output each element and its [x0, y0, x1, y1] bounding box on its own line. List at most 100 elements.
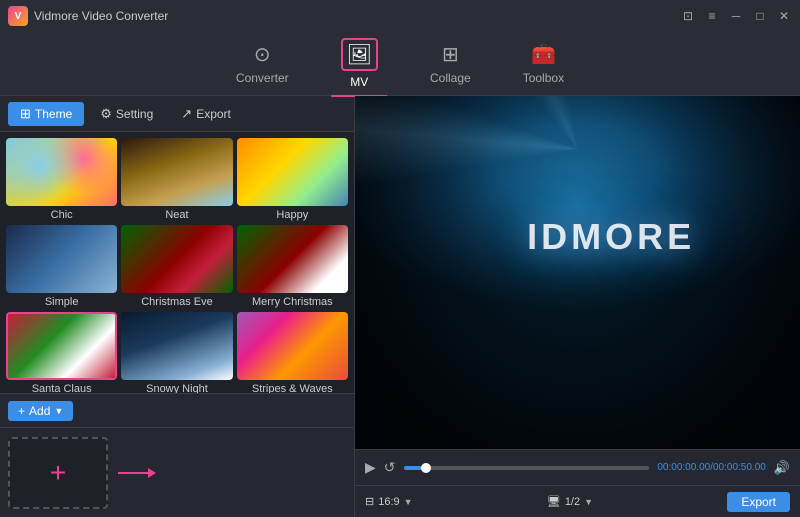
- resolution-value: 1/2: [565, 496, 580, 508]
- nav-mv[interactable]: 🖼 MV: [325, 32, 394, 95]
- theme-image-stripes-waves: [237, 312, 348, 380]
- tab-setting[interactable]: ⚙ Setting: [88, 102, 165, 126]
- theme-thumb-christmas-eve: [121, 225, 232, 293]
- theme-label-happy: Happy: [276, 209, 308, 221]
- tab-export[interactable]: ↗ Export: [169, 102, 243, 126]
- app-logo: V: [8, 6, 28, 26]
- setting-tab-icon: ⚙: [100, 106, 112, 122]
- progress-bar[interactable]: [404, 466, 650, 470]
- nav-converter[interactable]: ⊙ Converter: [220, 36, 305, 91]
- nav-collage[interactable]: ⊞ Collage: [414, 36, 487, 91]
- theme-thumb-merry-christmas: [237, 225, 348, 293]
- tab-theme-label: Theme: [35, 107, 72, 121]
- nav-mv-label: MV: [350, 75, 368, 89]
- media-add-placeholder[interactable]: +: [8, 437, 108, 509]
- ratio-value: 16:9: [378, 496, 399, 508]
- light-rays: [355, 96, 800, 449]
- collage-icon: ⊞: [442, 42, 459, 67]
- theme-label-merry-christmas: Merry Christmas: [252, 296, 333, 308]
- ratio-icon: ⊟: [365, 495, 374, 508]
- theme-label-simple: Simple: [45, 296, 79, 308]
- add-plus-icon: +: [18, 404, 25, 418]
- theme-label-santa-claus: Santa Claus: [32, 383, 92, 393]
- time-total: 00:00:50.00: [713, 462, 766, 473]
- add-bar: + Add ▼: [0, 393, 354, 427]
- replay-button[interactable]: ↺: [384, 459, 396, 476]
- theme-thumb-happy: [237, 138, 348, 206]
- theme-image-merry-christmas: [237, 225, 348, 293]
- nav-collage-label: Collage: [430, 71, 471, 85]
- theme-label-snowy-night: Snowy Night: [146, 383, 208, 393]
- theme-label-neat: Neat: [165, 209, 188, 221]
- export-tab-icon: ↗: [181, 106, 192, 122]
- add-button[interactable]: + Add ▼: [8, 401, 73, 421]
- tab-theme[interactable]: ⊞ Theme: [8, 102, 84, 126]
- theme-thumb-santa-claus: [6, 312, 117, 380]
- export-button[interactable]: Export: [727, 492, 790, 512]
- theme-image-neat: [121, 138, 232, 206]
- menu-icon[interactable]: ≡: [704, 8, 720, 24]
- nav-converter-label: Converter: [236, 71, 289, 85]
- nav-toolbox[interactable]: 🧰 Toolbox: [507, 36, 580, 91]
- toolbox-icon: 🧰: [531, 42, 556, 67]
- theme-label-stripes-waves: Stripes & Waves: [252, 383, 333, 393]
- theme-image-santa-claus: [8, 314, 115, 378]
- mv-icon: 🖼: [347, 44, 372, 66]
- player-controls: ▶ ↺ 00:00:00.00/00:00:50.00 🔊: [355, 449, 800, 485]
- titlebar-left: V Vidmore Video Converter: [8, 6, 168, 26]
- nav-toolbox-label: Toolbox: [523, 71, 564, 85]
- theme-image-christmas-eve: [121, 225, 232, 293]
- add-chevron-icon: ▼: [54, 406, 63, 416]
- theme-thumb-chic: [6, 138, 117, 206]
- theme-item-chic[interactable]: Chic: [6, 138, 117, 221]
- resolution-select[interactable]: 🖥 1/2 ▼: [547, 495, 593, 508]
- time-display: 00:00:00.00/00:00:50.00: [657, 462, 765, 473]
- maximize-button[interactable]: □: [752, 8, 768, 24]
- converter-icon: ⊙: [254, 42, 271, 67]
- theme-item-happy[interactable]: Happy: [237, 138, 348, 221]
- theme-item-stripes-waves[interactable]: Stripes & Waves: [237, 312, 348, 393]
- volume-icon[interactable]: 🔊: [774, 460, 790, 476]
- tab-setting-label: Setting: [116, 107, 153, 121]
- window-controls: ⊡ ≡ ─ □ ✕: [680, 8, 792, 24]
- theme-label-chic: Chic: [51, 209, 73, 221]
- media-plus-icon: +: [50, 457, 66, 489]
- theme-item-snowy-night[interactable]: Snowy Night: [121, 312, 232, 393]
- arrow-head: [148, 468, 156, 478]
- theme-item-neat[interactable]: Neat: [121, 138, 232, 221]
- theme-item-merry-christmas[interactable]: Merry Christmas: [237, 225, 348, 308]
- ratio-select[interactable]: ⊟ 16:9 ▼: [365, 495, 413, 508]
- ratio-arrow-icon: ▼: [404, 497, 413, 507]
- navbar: ⊙ Converter 🖼 MV ⊞ Collage 🧰 Toolbox: [0, 32, 800, 96]
- preview-watermark: IDMORE: [527, 216, 695, 258]
- resolution-icon: 🖥: [547, 495, 561, 508]
- theme-thumb-snowy-night: [121, 312, 232, 380]
- chat-icon[interactable]: ⊡: [680, 8, 696, 24]
- theme-image-snowy-night: [121, 312, 232, 380]
- left-panel: ⊞ Theme ⚙ Setting ↗ Export Chic Neat Happy…: [0, 96, 355, 517]
- preview-area: IDMORE: [355, 96, 800, 449]
- arrow-indicator: [114, 463, 154, 483]
- close-button[interactable]: ✕: [776, 8, 792, 24]
- theme-thumb-stripes-waves: [237, 312, 348, 380]
- theme-image-chic: [6, 138, 117, 206]
- themes-grid: Chic Neat Happy Simple Christmas Eve Merry Ch…: [0, 132, 354, 393]
- titlebar: V Vidmore Video Converter ⊡ ≡ ─ □ ✕: [0, 0, 800, 32]
- add-button-label: Add: [29, 404, 50, 418]
- theme-thumb-neat: [121, 138, 232, 206]
- theme-image-simple: [6, 225, 117, 293]
- play-button[interactable]: ▶: [365, 459, 376, 476]
- tab-export-label: Export: [196, 107, 231, 121]
- bottom-controls: ⊟ 16:9 ▼ 🖥 1/2 ▼ Export: [355, 485, 800, 517]
- minimize-button[interactable]: ─: [728, 8, 744, 24]
- time-current: 00:00:00.00: [657, 462, 710, 473]
- preview-background: IDMORE: [355, 96, 800, 449]
- theme-item-christmas-eve[interactable]: Christmas Eve: [121, 225, 232, 308]
- theme-image-happy: [237, 138, 348, 206]
- theme-thumb-simple: [6, 225, 117, 293]
- theme-item-santa-claus[interactable]: Santa Claus: [6, 312, 117, 393]
- theme-item-simple[interactable]: Simple: [6, 225, 117, 308]
- media-strip: +: [0, 427, 354, 517]
- progress-dot: [421, 463, 431, 473]
- tab-bar: ⊞ Theme ⚙ Setting ↗ Export: [0, 96, 354, 132]
